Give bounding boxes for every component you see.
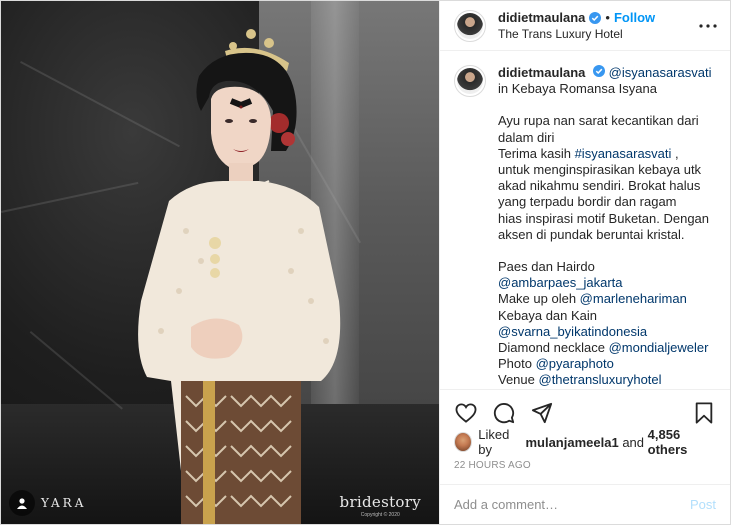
caption-mention[interactable]: @mondialjeweler	[609, 340, 709, 355]
caption-mention[interactable]: @ambarpaes_jakarta	[498, 275, 711, 291]
caption-line: akad nikahmu sendiri. Brokat halus	[498, 178, 701, 194]
photographer-watermark: YARA	[9, 490, 86, 516]
likes-others-count[interactable]: 4,856 others	[648, 427, 716, 457]
caption-line: Kebaya dan Kain	[498, 307, 598, 323]
caption-tagged-user[interactable]: @isyanasarasvati	[609, 65, 712, 80]
caption-mention[interactable]: #isyanasarasvati	[575, 146, 672, 161]
verified-badge-icon	[589, 11, 602, 24]
author-avatar[interactable]	[454, 9, 486, 42]
action-icon-row	[454, 396, 716, 430]
heart-icon[interactable]	[454, 401, 478, 425]
caption-line: Diamond necklace @mondialjeweler	[498, 340, 709, 356]
caption-line: Ayu rupa nan sarat kecantikan dari	[498, 113, 699, 129]
post-location[interactable]: The Trans Luxury Hotel	[498, 26, 696, 42]
follow-button[interactable]: Follow	[614, 10, 655, 26]
caption-line: Paes dan Hairdo	[498, 259, 595, 275]
caption-line: Venue @thetransluxuryhotel	[498, 372, 662, 388]
add-comment-bar: Post	[440, 484, 730, 524]
comments-section[interactable]: didietmaulana @isyanasarasvati in Kebaya…	[440, 51, 730, 389]
more-options-icon[interactable]	[696, 14, 720, 38]
brand-watermark: bridestory Copyright © 2020	[340, 493, 421, 518]
caption-line: hias inspirasi motif Buketan. Dengan	[498, 210, 710, 226]
caption-line: yang terpadu bordir dan ragam	[498, 194, 677, 210]
watermark-copyright: Copyright © 2020	[360, 512, 400, 518]
post-timestamp[interactable]: 22 HOURS AGO	[454, 460, 716, 478]
post-caption: didietmaulana @isyanasarasvati in Kebaya…	[454, 65, 716, 389]
author-username[interactable]: didietmaulana	[498, 10, 585, 26]
liker-avatar[interactable]	[454, 432, 473, 452]
comment-icon[interactable]	[492, 401, 516, 425]
caption-mention[interactable]: @svarna_byikatindonesia	[498, 324, 711, 340]
likes-prefix: Liked by	[478, 427, 510, 457]
post-photo[interactable]: YARA bridestory Copyright © 2020	[1, 1, 439, 524]
caption-line: aksen di pundak beruntai kristal.	[498, 226, 685, 242]
caption-line: dalam diri	[498, 129, 555, 145]
post-side-panel: didietmaulana • Follow The Trans Luxury …	[439, 1, 730, 524]
post-header: didietmaulana • Follow The Trans Luxury …	[440, 1, 730, 51]
caption-line: in Kebaya Romansa Isyana	[498, 81, 657, 97]
caption-mention[interactable]: @thetransluxuryhotel	[539, 372, 662, 387]
caption-mention[interactable]: @marlenehariman	[580, 291, 687, 306]
verified-badge-icon	[593, 65, 606, 77]
caption-author-avatar[interactable]	[454, 65, 486, 97]
liker-username[interactable]: mulanjameela1	[525, 435, 618, 450]
post-actions: Liked by mulanjameela1 and 4,856 others …	[440, 389, 730, 478]
share-icon[interactable]	[530, 401, 554, 425]
post-comment-button[interactable]: Post	[690, 497, 716, 512]
separator-dot: •	[605, 9, 610, 25]
user-tag-icon[interactable]	[9, 490, 35, 516]
likes-middle: and	[622, 434, 645, 450]
caption-mention[interactable]: @pyaraphoto	[536, 356, 614, 371]
watermark-brand: bridestory	[339, 493, 421, 511]
caption-line: Make up oleh @marlenehariman	[498, 291, 687, 307]
caption-line: untuk menginspirasikan kebaya utk	[498, 162, 702, 178]
watermark-text: YARA	[41, 496, 87, 510]
caption-line: Photo @pyaraphoto	[498, 356, 614, 372]
caption-username[interactable]: didietmaulana	[498, 65, 585, 80]
bookmark-icon[interactable]	[692, 401, 716, 425]
bride-figure-illustration	[138, 29, 341, 524]
instagram-post: YARA bridestory Copyright © 2020 didietm…	[0, 0, 731, 525]
comment-input[interactable]	[454, 497, 690, 512]
caption-line: Terima kasih #isyanasarasvati ,	[498, 145, 679, 161]
likes-summary: Liked by mulanjameela1 and 4,856 others	[454, 427, 716, 457]
